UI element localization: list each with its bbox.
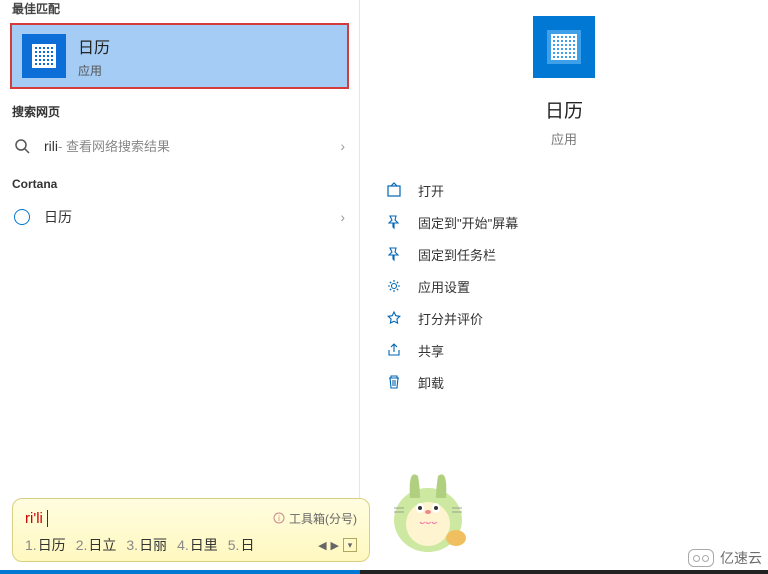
share-icon bbox=[386, 342, 402, 358]
rate-action[interactable]: 打分并评价 bbox=[386, 302, 742, 334]
gear-icon bbox=[386, 278, 402, 294]
app-title: 日历 bbox=[78, 34, 110, 58]
best-match-calendar-app[interactable]: 日历 应用 bbox=[10, 23, 349, 89]
ime-dropdown-icon[interactable]: ▾ bbox=[343, 538, 357, 552]
svg-text:i: i bbox=[278, 514, 280, 523]
chevron-right-icon: › bbox=[340, 209, 345, 225]
app-subtitle: 应用 bbox=[78, 62, 110, 79]
action-label: 卸载 bbox=[418, 373, 444, 392]
ime-next-icon[interactable]: ▶ bbox=[331, 539, 339, 552]
search-results-panel: 最佳匹配 日历 应用 搜索网页 rili - 查看网络搜索结果 › Cortan… bbox=[0, 0, 360, 560]
web-search-query: rili bbox=[44, 138, 58, 154]
pin-taskbar-action[interactable]: 固定到任务栏 bbox=[386, 238, 742, 270]
web-search-item[interactable]: rili - 查看网络搜索结果 › bbox=[0, 126, 359, 165]
cortana-header: Cortana bbox=[0, 165, 359, 199]
open-icon bbox=[386, 182, 402, 198]
ime-toolbox-hint[interactable]: i 工具箱(分号) bbox=[273, 510, 357, 527]
action-label: 打分并评价 bbox=[418, 309, 483, 328]
app-settings-action[interactable]: 应用设置 bbox=[386, 270, 742, 302]
hero-title: 日历 bbox=[545, 96, 583, 123]
cortana-circle-icon bbox=[14, 209, 30, 225]
ime-candidate-bar: ri'li i 工具箱(分号) 1.日历 2.日立 3.日丽 4.日里 5.日 … bbox=[12, 498, 370, 562]
search-icon bbox=[14, 138, 30, 154]
pin-start-action[interactable]: 固定到"开始"屏幕 bbox=[386, 206, 742, 238]
ime-candidate-2[interactable]: 2.日立 bbox=[76, 535, 117, 555]
search-web-header: 搜索网页 bbox=[0, 103, 359, 126]
calendar-app-icon bbox=[22, 34, 66, 78]
taskbar-strip bbox=[0, 570, 768, 574]
calendar-hero-icon bbox=[533, 16, 595, 78]
hero-subtitle: 应用 bbox=[551, 129, 577, 148]
pin-icon bbox=[386, 214, 402, 230]
cortana-calendar-item[interactable]: 日历 › bbox=[0, 199, 359, 235]
star-icon bbox=[386, 310, 402, 326]
action-label: 共享 bbox=[418, 341, 444, 360]
ime-input-text: ri'li bbox=[25, 509, 48, 527]
open-action[interactable]: 打开 bbox=[386, 174, 742, 206]
share-action[interactable]: 共享 bbox=[386, 334, 742, 366]
app-details-panel: 日历 应用 打开 固定到"开始"屏幕 固定到任务栏 应用设置 bbox=[360, 0, 768, 560]
pin-icon bbox=[386, 246, 402, 262]
action-label: 固定到任务栏 bbox=[418, 245, 496, 264]
uninstall-action[interactable]: 卸载 bbox=[386, 366, 742, 398]
watermark: 亿速云 bbox=[688, 548, 762, 568]
app-actions-list: 打开 固定到"开始"屏幕 固定到任务栏 应用设置 打分并评价 共享 bbox=[360, 168, 768, 404]
ime-candidate-4[interactable]: 4.日里 bbox=[177, 535, 218, 555]
trash-icon bbox=[386, 374, 402, 390]
cortana-item-label: 日历 bbox=[44, 207, 72, 227]
action-label: 打开 bbox=[418, 181, 444, 200]
ime-prev-icon[interactable]: ◀ bbox=[318, 539, 326, 552]
ime-candidate-3[interactable]: 3.日丽 bbox=[126, 535, 167, 555]
watermark-logo-icon bbox=[688, 549, 714, 567]
best-match-header: 最佳匹配 bbox=[0, 0, 359, 23]
ime-candidate-1[interactable]: 1.日历 bbox=[25, 535, 66, 555]
web-search-suffix: - 查看网络搜索结果 bbox=[58, 136, 170, 155]
action-label: 应用设置 bbox=[418, 277, 470, 296]
action-label: 固定到"开始"屏幕 bbox=[418, 213, 518, 232]
info-icon: i bbox=[273, 512, 285, 524]
chevron-right-icon: › bbox=[340, 138, 345, 154]
ime-candidate-5[interactable]: 5.日 bbox=[228, 535, 255, 555]
ime-candidate-list: 1.日历 2.日立 3.日丽 4.日里 5.日 ◀ ▶ ▾ bbox=[25, 535, 357, 555]
